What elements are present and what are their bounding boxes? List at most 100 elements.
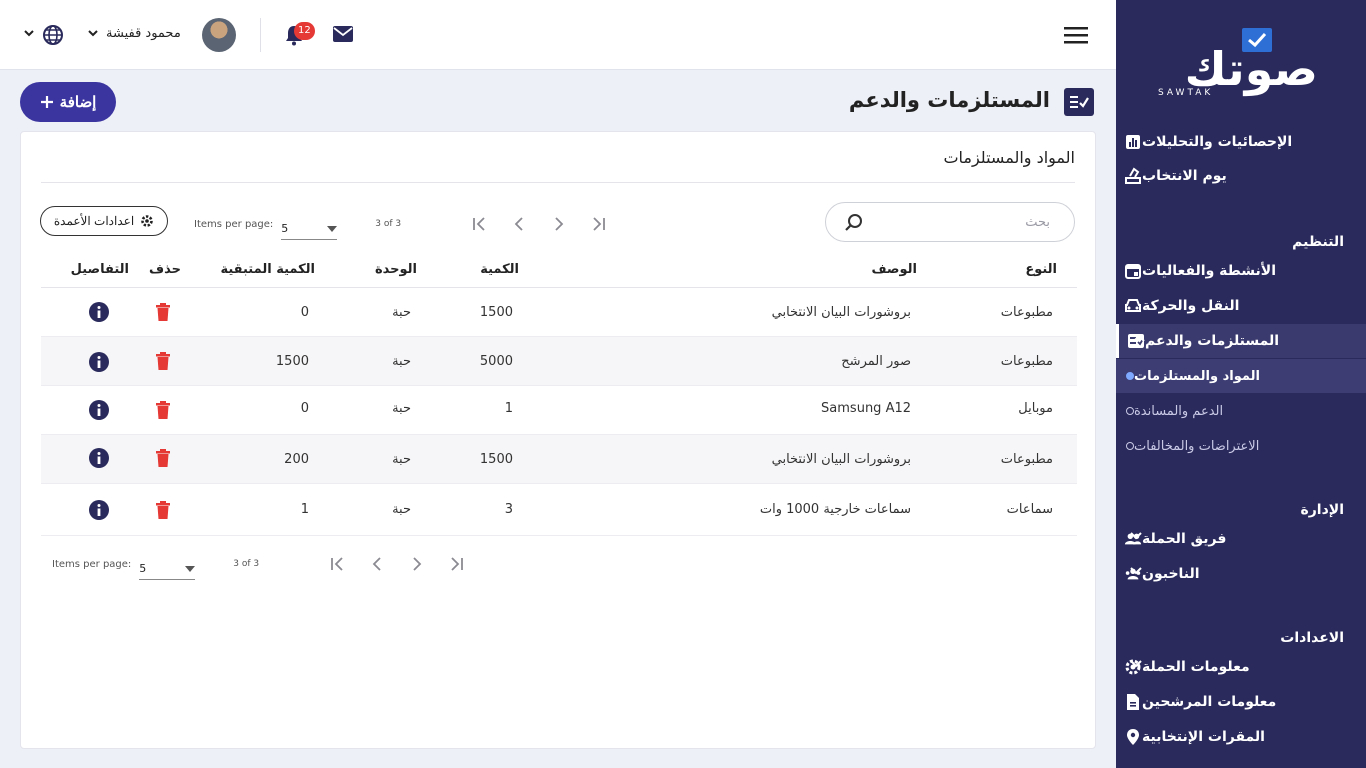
- last-page-button[interactable]: [437, 552, 477, 576]
- first-page-button[interactable]: [317, 552, 357, 576]
- avatar[interactable]: [202, 18, 236, 52]
- sidebar-section-organize: التنظيم: [1292, 234, 1344, 250]
- info-icon[interactable]: [89, 400, 109, 420]
- last-page-icon: [593, 217, 606, 231]
- mail-icon[interactable]: [332, 25, 354, 43]
- previous-page-button[interactable]: [499, 212, 539, 236]
- cell-type: مطبوعات: [1000, 452, 1053, 467]
- table-row: سماعات سماعات خارجية 1000 وات 3 حبة 1: [41, 484, 1077, 536]
- paginator-bottom: Items per page: 5 3 of 3: [52, 548, 477, 580]
- page-range: 3 of 3: [375, 219, 402, 229]
- sidebar-subitem-label: المواد والمستلزمات: [1134, 368, 1260, 384]
- trash-icon[interactable]: [155, 449, 171, 467]
- first-page-icon: [473, 217, 485, 231]
- table-row: موبايل Samsung A12 1 حبة 0: [41, 386, 1077, 435]
- column-header-details: التفاصيل: [70, 262, 129, 277]
- page-size-select[interactable]: 5: [139, 558, 196, 580]
- column-header-quantity[interactable]: الكمية: [480, 262, 519, 277]
- sidebar-subitem-support[interactable]: الدعم والمساندة: [1116, 394, 1366, 428]
- cell-quantity: 1500: [479, 452, 513, 467]
- globe-icon[interactable]: [42, 24, 64, 46]
- next-page-button[interactable]: [397, 552, 437, 576]
- trash-icon[interactable]: [155, 401, 171, 419]
- table-header: النوع الوصف الكمية الوحدة الكمية المتبقي…: [41, 262, 1077, 288]
- cell-type: مطبوعات: [1000, 354, 1053, 369]
- cell-type: مطبوعات: [1000, 305, 1053, 320]
- previous-page-button[interactable]: [357, 552, 397, 576]
- sidebar-item-candidates-info[interactable]: معلومات المرشحين: [1116, 685, 1366, 719]
- column-header-type[interactable]: النوع: [1025, 262, 1057, 277]
- bar-chart-icon: [1124, 133, 1142, 151]
- search-icon[interactable]: [844, 213, 864, 233]
- sidebar-item-election-day[interactable]: يوم الانتخاب: [1116, 159, 1366, 193]
- chevron-down-icon[interactable]: [1130, 532, 1142, 540]
- chevron-down-icon[interactable]: [88, 30, 98, 37]
- notification-badge: 12: [294, 22, 315, 40]
- sawtak-logo[interactable]: صوتك SAWTAK: [1158, 28, 1318, 102]
- cell-description: Samsung A12: [821, 401, 911, 416]
- sidebar-item-transport[interactable]: النقل والحركة: [1116, 289, 1366, 323]
- sidebar-item-campaign-info[interactable]: معلومات الحملة: [1116, 650, 1366, 684]
- cell-quantity: 5000: [479, 354, 513, 369]
- sidebar-subitem-objections[interactable]: الاعتراضات والمخالفات: [1116, 429, 1366, 463]
- items-per-page-label: Items per page:: [52, 558, 132, 570]
- cell-remaining: 0: [300, 305, 309, 320]
- sidebar-section-settings: الاعدادات: [1280, 630, 1344, 646]
- chevron-right-icon: [555, 217, 564, 231]
- cell-remaining: 1500: [275, 354, 309, 369]
- table-row: مطبوعات صور المرشح 5000 حبة 1500: [41, 337, 1077, 386]
- trash-icon[interactable]: [155, 352, 171, 370]
- sidebar-section-admin: الإدارة: [1300, 502, 1344, 518]
- cell-description: صور المرشح: [841, 354, 911, 369]
- chevron-up-icon[interactable]: [1133, 334, 1145, 342]
- chevron-down-icon[interactable]: [1130, 567, 1142, 575]
- cell-unit: حبة: [392, 401, 411, 416]
- info-icon[interactable]: [89, 500, 109, 520]
- logo-latin-text: SAWTAK: [1158, 88, 1214, 98]
- bullet-icon: [1126, 442, 1134, 450]
- column-header-unit[interactable]: الوحدة: [375, 262, 417, 277]
- column-header-remaining[interactable]: الكمية المتبقية: [220, 262, 315, 277]
- menu-icon[interactable]: [1064, 26, 1088, 44]
- document-icon: [1124, 693, 1142, 711]
- topbar-divider: [260, 18, 261, 52]
- last-page-button[interactable]: [579, 212, 619, 236]
- next-page-button[interactable]: [539, 212, 579, 236]
- trash-icon[interactable]: [155, 501, 171, 519]
- search-box[interactable]: [825, 202, 1075, 242]
- add-button[interactable]: إضافة: [20, 82, 116, 122]
- column-header-delete: حذف: [149, 262, 181, 277]
- page-size-select[interactable]: 5: [281, 218, 338, 240]
- cell-unit: حبة: [392, 354, 411, 369]
- chevron-down-icon[interactable]: [1130, 660, 1142, 668]
- sidebar-item-team[interactable]: فريق الحملة: [1116, 522, 1366, 556]
- cell-description: بروشورات البيان الانتخابي: [771, 305, 911, 320]
- page-range: 3 of 3: [233, 559, 260, 569]
- chevron-right-icon: [413, 557, 422, 571]
- sidebar-subitem-materials[interactable]: المواد والمستلزمات: [1116, 359, 1366, 393]
- cell-unit: حبة: [392, 502, 411, 517]
- sidebar-item-label: الناخبون: [1142, 566, 1200, 582]
- sidebar-item-label: معلومات الحملة: [1142, 659, 1250, 675]
- chevron-down-icon[interactable]: [24, 30, 34, 37]
- sidebar-item-activities[interactable]: الأنشطة والفعاليات: [1116, 254, 1366, 288]
- materials-card: المواد والمستلزمات Items per page: 5 3 o…: [20, 131, 1096, 749]
- info-icon[interactable]: [89, 352, 109, 372]
- column-settings-label: اعدادات الأعمدة: [53, 214, 135, 228]
- info-icon[interactable]: [89, 302, 109, 322]
- sidebar-item-statistics[interactable]: الإحصائيات والتحليلات: [1116, 125, 1366, 159]
- column-header-description[interactable]: الوصف: [871, 262, 917, 277]
- paginator-top: Items per page: 5 3 of 3: [194, 208, 619, 240]
- cell-description: بروشورات البيان الانتخابي: [771, 452, 911, 467]
- sidebar-item-supplies[interactable]: المستلزمات والدعم: [1116, 324, 1366, 358]
- bullet-icon: [1126, 372, 1134, 380]
- sidebar-subitem-label: الاعتراضات والمخالفات: [1134, 438, 1260, 454]
- user-name[interactable]: محمود قفيشة: [106, 26, 181, 41]
- sidebar-item-label: النقل والحركة: [1142, 298, 1240, 314]
- info-icon[interactable]: [89, 448, 109, 468]
- first-page-button[interactable]: [459, 212, 499, 236]
- sidebar-item-voters[interactable]: الناخبون: [1116, 557, 1366, 591]
- column-settings-button[interactable]: اعدادات الأعمدة: [40, 206, 168, 236]
- trash-icon[interactable]: [155, 303, 171, 321]
- sidebar-item-election-offices[interactable]: المقرات الإنتخابية: [1116, 720, 1366, 754]
